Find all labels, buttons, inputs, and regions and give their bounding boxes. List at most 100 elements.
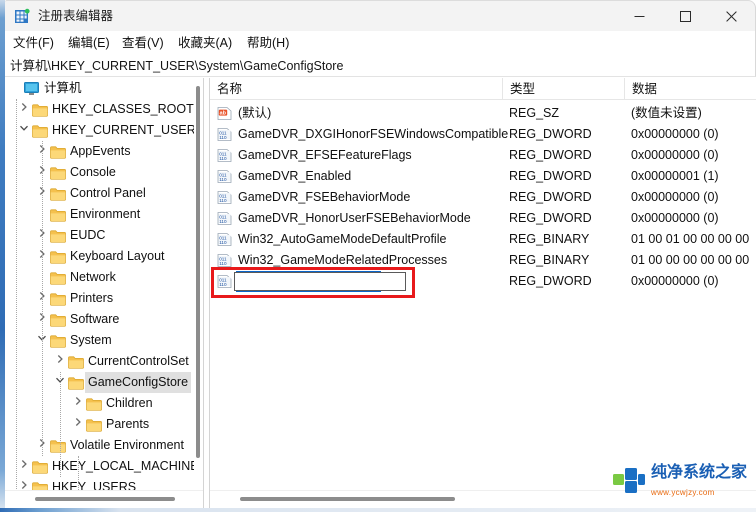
reg-binary-icon: 011 110 <box>217 232 232 247</box>
menu-item-favorites[interactable]: 收藏夹(A) <box>176 34 234 53</box>
computer-icon <box>24 82 39 95</box>
registry-value-row[interactable]: 011 110 GameDVR_Enabled REG_DWORD 0x00000001… <box>210 166 756 187</box>
maximize-button[interactable] <box>662 1 708 31</box>
registry-values-pane[interactable]: 名称 类型 数据 ab (默认) REG_SZ (数值未设置) 011 110 GameDV… <box>210 78 756 508</box>
tree-item-label: GameConfigStore <box>85 372 192 393</box>
tree-item[interactable]: CurrentControlSet <box>5 351 203 372</box>
watermark-logo-icon <box>612 467 646 497</box>
registry-value-type: REG_DWORD <box>509 127 592 141</box>
tree-item-label: Volatile Environment <box>70 438 184 452</box>
list-column-header: 名称 类型 数据 <box>210 78 756 100</box>
svg-text:110: 110 <box>219 198 227 203</box>
tree-item[interactable]: Console <box>5 162 203 183</box>
registry-tree-pane[interactable]: 计算机 HKEY_CLASSES_ROOT HKEY_CURRENT_USER App… <box>5 78 203 508</box>
tree-item-label: Network <box>70 270 116 284</box>
column-header-name[interactable]: 名称 <box>210 78 502 100</box>
folder-icon <box>50 334 66 348</box>
folder-icon <box>50 229 66 243</box>
tree-item[interactable]: 计算机 <box>5 78 203 99</box>
chevron-right-icon[interactable] <box>71 393 85 414</box>
registry-value-data: (数值未设置) <box>631 106 702 120</box>
registry-value-data: 0x00000000 (0) <box>631 127 719 141</box>
registry-value-row[interactable]: 011 110 GameDVR_HonorUserFSEBehaviorMode RE… <box>210 208 756 229</box>
chevron-right-icon[interactable] <box>17 456 31 477</box>
minimize-button[interactable] <box>616 1 662 31</box>
reg-string-icon: ab <box>217 106 232 121</box>
tree-item[interactable]: HKEY_CURRENT_USER <box>5 120 203 141</box>
registry-value-name: (默认) <box>238 106 272 120</box>
registry-value-data: 0x00000000 (0) <box>631 211 719 225</box>
registry-value-type: REG_BINARY <box>509 232 590 246</box>
pane-splitter[interactable] <box>203 78 210 508</box>
menu-item-view[interactable]: 查看(V) <box>120 34 166 53</box>
tree-item[interactable]: Software <box>5 309 203 330</box>
minimize-icon <box>634 15 644 17</box>
folder-icon <box>50 208 66 222</box>
tree-item-label: Environment <box>70 207 141 221</box>
close-button[interactable] <box>708 1 754 31</box>
tree-item[interactable]: HKEY_CLASSES_ROOT <box>5 99 203 120</box>
address-bar[interactable]: 计算机\HKEY_CURRENT_USER\System\GameConfigS… <box>5 55 756 77</box>
tree-item[interactable]: System <box>5 330 203 351</box>
tree-horizontal-scroll-thumb[interactable] <box>35 497 175 501</box>
rename-value-input[interactable] <box>234 272 406 291</box>
tree-item-label: EUDC <box>70 228 106 242</box>
tree-horizontal-scrollbar[interactable] <box>5 490 203 508</box>
window-title: 注册表编辑器 <box>38 9 114 23</box>
registry-value-name: GameDVR_Enabled <box>238 169 352 183</box>
menu-item-file[interactable]: 文件(F) <box>11 34 56 53</box>
tree-item[interactable]: Environment <box>5 204 203 225</box>
registry-value-row[interactable]: 011 110 GameDVR_DXGIHonorFSEWindowsCompati… <box>210 124 756 145</box>
tree-item-label: Keyboard Layout <box>70 249 165 263</box>
tree-item[interactable]: GameConfigStore <box>5 372 203 393</box>
folder-icon <box>32 103 48 117</box>
column-header-type[interactable]: 类型 <box>502 78 624 100</box>
address-path: 计算机\HKEY_CURRENT_USER\System\GameConfigS… <box>10 59 344 73</box>
window-bottom-edge <box>0 508 756 512</box>
tree-item[interactable]: AppEvents <box>5 141 203 162</box>
tree-item-label: HKEY_CURRENT_USER <box>52 123 196 137</box>
folder-icon <box>50 271 66 285</box>
chevron-right-icon[interactable] <box>17 99 31 120</box>
folder-icon <box>50 313 66 327</box>
tree-item[interactable]: EUDC <box>5 225 203 246</box>
registry-value-row[interactable]: 011 110 GameDVR_FSEBehaviorMode REG_DWORD 0x… <box>210 187 756 208</box>
tree-item-label: CurrentControlSet <box>88 354 189 368</box>
tree-item[interactable]: HKEY_LOCAL_MACHINE <box>5 456 203 477</box>
menu-item-edit[interactable]: 编辑(E) <box>66 34 112 53</box>
registry-value-row[interactable]: ab (默认) REG_SZ (数值未设置) <box>210 103 756 124</box>
tree-vertical-scroll-thumb[interactable] <box>196 86 200 458</box>
registry-value-type: REG_DWORD <box>509 169 592 183</box>
tree-item[interactable]: Children <box>5 393 203 414</box>
tree-vertical-scrollbar[interactable] <box>194 78 203 490</box>
list-horizontal-scroll-thumb[interactable] <box>240 497 455 501</box>
registry-value-name: GameDVR_HonorUserFSEBehaviorMode <box>238 211 471 225</box>
watermark: 纯净系统之家 www.ycwjzy.com <box>612 462 750 502</box>
tree-item[interactable]: Parents <box>5 414 203 435</box>
registry-value-row[interactable]: 011 110 Win32_AutoGameModeDefaultProfile RE… <box>210 229 756 250</box>
svg-text:110: 110 <box>219 219 227 224</box>
chevron-down-icon[interactable] <box>17 120 31 141</box>
chevron-right-icon[interactable] <box>71 414 85 435</box>
tree-item-label: Software <box>70 312 120 326</box>
registry-value-row[interactable]: 011 110 GameDVR_EFSEFeatureFlags REG_DWORD 0… <box>210 145 756 166</box>
chevron-right-icon[interactable] <box>53 351 67 372</box>
tree-item[interactable]: Printers <box>5 288 203 309</box>
tree-guide-line <box>16 99 17 508</box>
tree-item[interactable]: Control Panel <box>5 183 203 204</box>
tree-item-label: System <box>70 333 112 347</box>
tree-item-label: AppEvents <box>70 144 131 158</box>
tree-item[interactable]: Network <box>5 267 203 288</box>
menu-bar: 文件(F) 编辑(E) 查看(V) 收藏夹(A) 帮助(H) <box>5 31 756 55</box>
registry-editor-window: 注册表编辑器 文件(F) 编辑(E) 查看(V) 收藏夹(A) 帮助(H) 计算… <box>0 0 756 512</box>
tree-item[interactable]: Keyboard Layout <box>5 246 203 267</box>
registry-value-row[interactable]: 011 110 Win32_GameModeRelatedProcesses REG_… <box>210 250 756 271</box>
close-icon <box>725 10 737 22</box>
tree-item[interactable]: Volatile Environment <box>5 435 203 456</box>
column-header-data[interactable]: 数据 <box>624 78 756 100</box>
folder-icon <box>68 355 84 369</box>
registry-value-data: 0x00000000 (0) <box>631 274 719 288</box>
registry-value-data: 0x00000000 (0) <box>631 148 719 162</box>
menu-item-help[interactable]: 帮助(H) <box>245 34 291 53</box>
folder-icon <box>50 439 66 453</box>
